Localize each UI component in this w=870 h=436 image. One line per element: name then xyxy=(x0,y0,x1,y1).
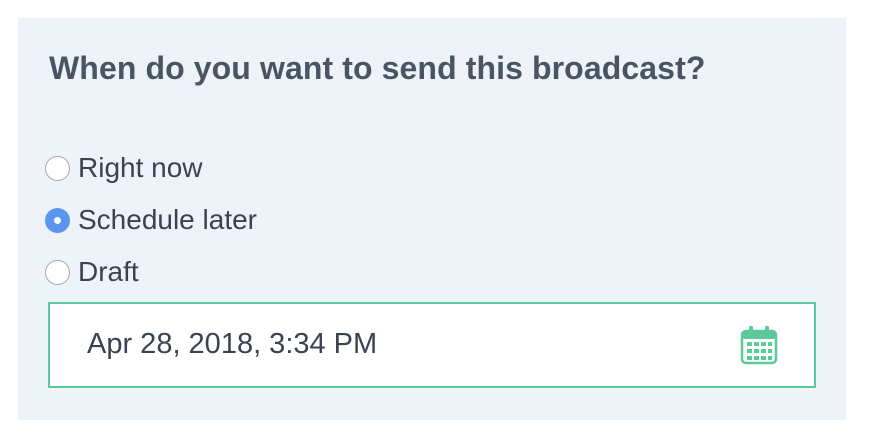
option-right-now[interactable]: Right now xyxy=(45,152,203,183)
radio-selected-dot xyxy=(54,216,61,224)
broadcast-send-panel: When do you want to send this broadcast?… xyxy=(18,18,846,420)
radio-right-now[interactable] xyxy=(45,155,70,181)
option-schedule-later[interactable]: Schedule later xyxy=(45,204,258,235)
option-label-right-now: Right now xyxy=(78,152,203,183)
panel-question: When do you want to send this broadcast? xyxy=(49,50,706,86)
schedule-datetime-value: Apr 28, 2018, 3:34 PM xyxy=(87,328,378,360)
calendar-icon[interactable] xyxy=(740,325,778,365)
schedule-datetime-field[interactable]: Apr 28, 2018, 3:34 PM xyxy=(48,302,816,388)
option-label-schedule-later: Schedule later xyxy=(78,204,258,235)
option-draft[interactable]: Draft xyxy=(45,256,139,287)
radio-draft[interactable] xyxy=(45,259,70,285)
radio-schedule-later[interactable] xyxy=(45,207,70,233)
option-label-draft: Draft xyxy=(78,256,139,287)
